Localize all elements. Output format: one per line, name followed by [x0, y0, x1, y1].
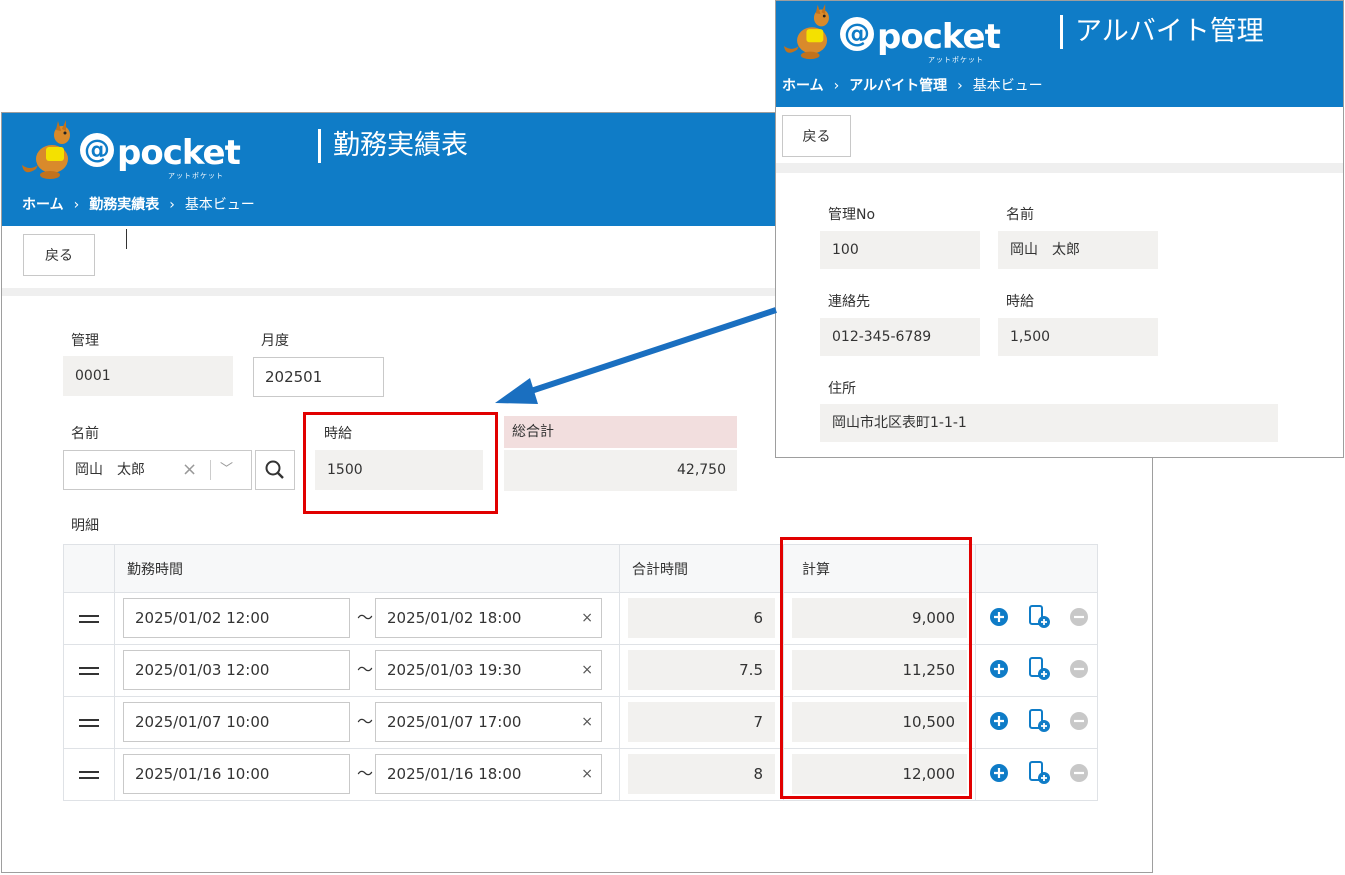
connector-arrow: [495, 307, 777, 404]
